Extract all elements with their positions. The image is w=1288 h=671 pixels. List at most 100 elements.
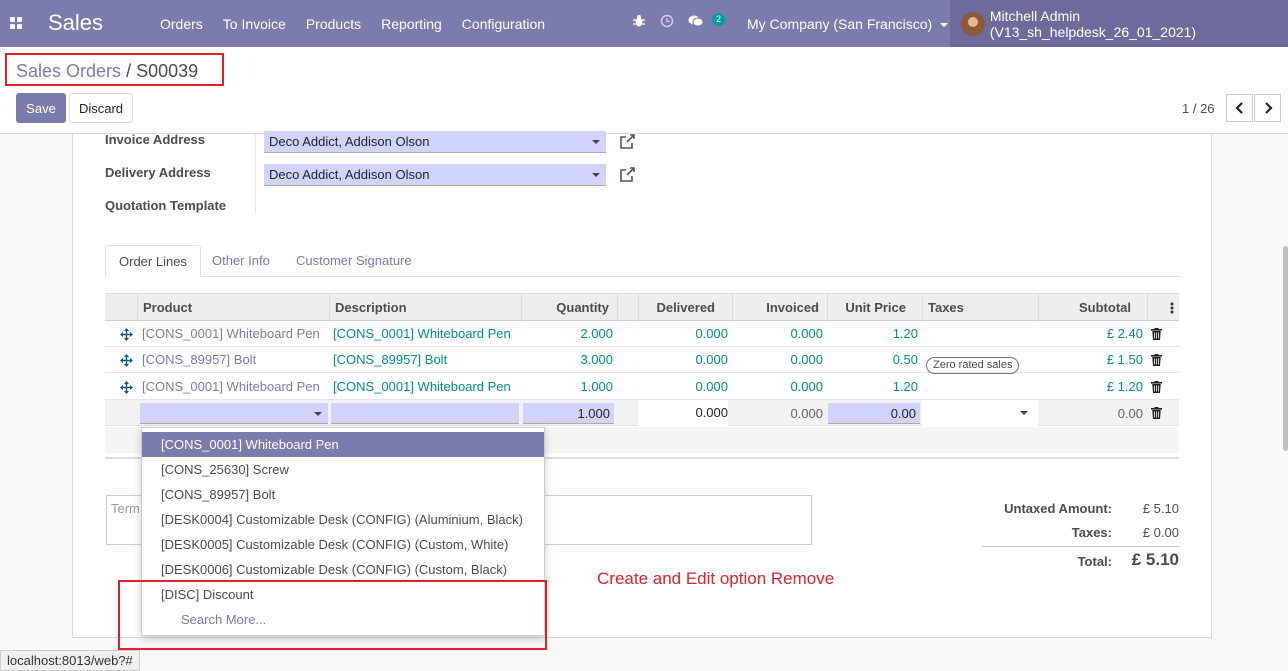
col-taxes[interactable]: Taxes (922, 294, 1038, 321)
app-name[interactable]: Sales (48, 10, 103, 36)
subtotal-value: 0.00 (1117, 406, 1143, 421)
untaxed-amount-label: Untaxed Amount: (1004, 501, 1112, 516)
quantity-input[interactable]: 1.000 (523, 403, 614, 424)
dropdown-option[interactable]: [CONS_0001] Whiteboard Pen (142, 432, 544, 457)
col-invoiced[interactable]: Invoiced (732, 294, 827, 321)
row-delivered[interactable]: 0.000 (638, 374, 728, 400)
delivery-address-value: Deco Addict, Addison Olson (269, 167, 430, 182)
taxes-input[interactable] (922, 400, 1038, 426)
row-description[interactable]: [CONS_0001] Whiteboard Pen (333, 321, 511, 347)
table-row[interactable]: [CONS_0001] Whiteboard Pen [CONS_0001] W… (105, 321, 1179, 347)
col-quantity[interactable]: Quantity (521, 294, 617, 321)
table-row[interactable]: [CONS_0001] Whiteboard Pen [CONS_0001] W… (105, 374, 1179, 400)
row-invoiced[interactable]: 0.000 (732, 347, 823, 373)
company-switcher[interactable]: My Company (San Francisco) (747, 16, 949, 32)
menu-item-configuration[interactable]: Configuration (462, 16, 545, 32)
drag-handle-icon[interactable] (120, 381, 133, 394)
row-unit-price[interactable]: 1.20 (827, 321, 918, 347)
pager-previous-button[interactable] (1226, 94, 1253, 122)
menu-item-to-invoice[interactable]: To Invoice (223, 16, 286, 32)
tab-other-info[interactable]: Other Info (199, 245, 283, 277)
caret-down-icon[interactable] (1020, 411, 1028, 415)
pager-next-button[interactable] (1254, 94, 1281, 122)
unit-price-input[interactable]: 0.00 (828, 403, 920, 424)
invoice-address-field[interactable]: Deco Addict, Addison Olson (264, 131, 606, 153)
dropdown-highlight-box (118, 580, 547, 650)
field-divider (255, 134, 256, 214)
bug-icon[interactable] (632, 14, 646, 28)
menu-item-orders[interactable]: Orders (160, 16, 203, 32)
delivery-address-label: Delivery Address (105, 165, 211, 180)
delivered-value[interactable]: 0.000 (638, 400, 728, 426)
drag-handle-icon[interactable] (120, 328, 133, 341)
taxes-label: Taxes: (1071, 525, 1112, 540)
row-description[interactable]: [CONS_0001] Whiteboard Pen (333, 374, 511, 400)
row-quantity[interactable]: 3.000 (521, 347, 613, 373)
row-unit-price[interactable]: 1.20 (827, 374, 918, 400)
chat-badge: 2 (712, 13, 726, 26)
col-spacer (617, 294, 638, 321)
col-options[interactable] (1147, 294, 1179, 321)
col-subtotal[interactable]: Subtotal (1038, 294, 1147, 321)
pager-value[interactable]: 1 / 26 (1182, 101, 1215, 116)
col-delivered[interactable]: Delivered (638, 294, 732, 321)
caret-down-icon[interactable] (592, 173, 600, 177)
top-navbar: Sales Orders To Invoice Products Reporti… (0, 0, 1288, 47)
trash-icon[interactable] (1151, 381, 1162, 393)
row-quantity[interactable]: 2.000 (521, 321, 613, 347)
editable-table-row[interactable]: 1.000 0.000 0.000 0.00 0.00 (105, 400, 1179, 426)
external-link-icon[interactable] (618, 133, 636, 151)
menu-item-products[interactable]: Products (306, 16, 361, 32)
apps-grid-icon[interactable] (10, 17, 22, 29)
dropdown-option[interactable]: [CONS_89957] Bolt (142, 482, 544, 507)
col-product[interactable]: Product (137, 294, 329, 321)
caret-down-icon[interactable] (314, 412, 322, 416)
row-product[interactable]: [CONS_0001] Whiteboard Pen (142, 321, 320, 347)
row-unit-price[interactable]: 0.50 (827, 347, 918, 373)
user-menu[interactable]: Mitchell Admin (V13_sh_helpdesk_26_01_20… (950, 0, 1288, 47)
tab-order-lines[interactable]: Order Lines (105, 245, 201, 277)
trash-icon[interactable] (1151, 354, 1162, 366)
tab-customer-signature[interactable]: Customer Signature (283, 245, 425, 277)
invoice-address-label: Invoice Address (105, 132, 205, 147)
row-invoiced[interactable]: 0.000 (732, 321, 823, 347)
external-link-icon[interactable] (618, 166, 636, 184)
col-description[interactable]: Description (329, 294, 521, 321)
row-quantity[interactable]: 1.000 (521, 374, 613, 400)
vertical-scrollbar[interactable] (1283, 246, 1288, 451)
row-subtotal: £ 2.40 (1106, 326, 1143, 341)
dropdown-option[interactable]: [DESK0006] Customizable Desk (CONFIG) (C… (142, 557, 544, 582)
dropdown-option[interactable]: [DESK0005] Customizable Desk (CONFIG) (C… (142, 532, 544, 557)
breadcrumb-highlight-box (5, 53, 224, 86)
invoiced-value: 0.000 (790, 406, 823, 421)
row-product[interactable]: [CONS_89957] Bolt (142, 347, 256, 373)
tax-badge: Zero rated sales (926, 357, 1020, 374)
row-description[interactable]: [CONS_89957] Bolt (333, 347, 447, 373)
row-delivered[interactable]: 0.000 (638, 347, 728, 373)
description-input[interactable] (331, 403, 519, 424)
quotation-template-label: Quotation Template (105, 198, 227, 213)
save-button[interactable]: Save (16, 93, 66, 123)
row-subtotal: £ 1.50 (1106, 352, 1143, 367)
chat-icon[interactable] (688, 14, 704, 28)
user-name: Mitchell Admin (V13_sh_helpdesk_26_01_20… (989, 7, 1197, 40)
drag-handle-icon[interactable] (120, 354, 133, 367)
trash-icon[interactable] (1151, 407, 1162, 419)
row-delivered[interactable]: 0.000 (638, 321, 728, 347)
row-product[interactable]: [CONS_0001] Whiteboard Pen (142, 374, 320, 400)
systray: 2 (632, 13, 726, 28)
discard-button[interactable]: Discard (69, 93, 133, 123)
menu-item-reporting[interactable]: Reporting (381, 16, 442, 32)
clock-icon[interactable] (660, 14, 674, 28)
table-row[interactable]: [CONS_89957] Bolt [CONS_89957] Bolt 3.00… (105, 347, 1179, 374)
row-subtotal: £ 1.20 (1106, 379, 1143, 394)
trash-icon[interactable] (1151, 328, 1162, 340)
vertical-dots-icon[interactable] (1170, 302, 1174, 314)
dropdown-option[interactable]: [DESK0004] Customizable Desk (CONFIG) (A… (142, 507, 544, 532)
caret-down-icon[interactable] (592, 140, 600, 144)
col-unit-price[interactable]: Unit Price (827, 294, 922, 321)
delivery-address-field[interactable]: Deco Addict, Addison Olson (264, 164, 606, 186)
product-input[interactable] (140, 403, 328, 424)
dropdown-option[interactable]: [CONS_25630] Screw (142, 457, 544, 482)
row-invoiced[interactable]: 0.000 (732, 374, 823, 400)
